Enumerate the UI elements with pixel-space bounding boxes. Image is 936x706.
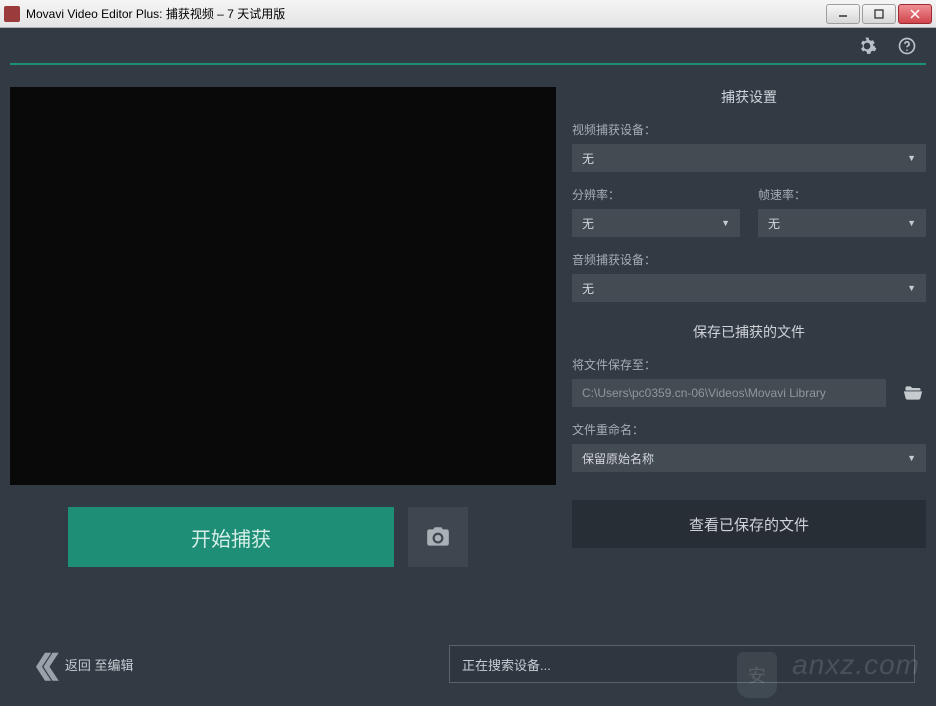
audio-device-label: 音频捕获设备： bbox=[572, 251, 926, 268]
video-preview bbox=[10, 87, 556, 485]
window-title: Movavi Video Editor Plus: 捕获视频 – 7 天试用版 bbox=[26, 5, 826, 22]
chevron-down-icon: ▼ bbox=[907, 283, 916, 293]
status-bar: 正在搜索设备... bbox=[449, 645, 915, 683]
back-to-editor-button[interactable]: ❮❮ 返回 至编辑 bbox=[32, 633, 198, 695]
chevron-down-icon: ▼ bbox=[907, 153, 916, 163]
browse-folder-button[interactable] bbox=[900, 379, 926, 407]
rename-label: 文件重命名： bbox=[572, 421, 926, 438]
save-path-field[interactable]: C:\Users\pc0359.cn-06\Videos\Movavi Libr… bbox=[572, 379, 886, 407]
app-icon bbox=[4, 6, 20, 22]
start-capture-button[interactable]: 开始捕获 bbox=[68, 507, 394, 567]
video-device-select[interactable]: 无 ▼ bbox=[572, 144, 926, 172]
folder-icon bbox=[903, 383, 923, 403]
right-pane: 捕获设置 视频捕获设备： 无 ▼ 分辨率： 无 ▼ 帧速率： 无 bbox=[572, 87, 926, 696]
app-topbar bbox=[10, 28, 926, 63]
snapshot-button[interactable] bbox=[408, 507, 468, 567]
chevron-left-double-icon: ❮❮ bbox=[32, 648, 47, 681]
audio-device-select[interactable]: 无 ▼ bbox=[572, 274, 926, 302]
audio-device-value: 无 bbox=[582, 280, 594, 297]
video-device-label: 视频捕获设备： bbox=[572, 121, 926, 138]
save-path-value: C:\Users\pc0359.cn-06\Videos\Movavi Libr… bbox=[582, 386, 826, 400]
capture-section-title: 捕获设置 bbox=[572, 87, 926, 107]
resolution-select[interactable]: 无 ▼ bbox=[572, 209, 740, 237]
video-device-value: 无 bbox=[582, 150, 594, 167]
fps-select[interactable]: 无 ▼ bbox=[758, 209, 926, 237]
camera-icon bbox=[425, 524, 451, 550]
minimize-button[interactable] bbox=[826, 4, 860, 24]
start-capture-label: 开始捕获 bbox=[191, 523, 271, 552]
back-label: 返回 至编辑 bbox=[65, 655, 134, 674]
chevron-down-icon: ▼ bbox=[907, 453, 916, 463]
app-body: 开始捕获 捕获设置 视频捕获设备： 无 ▼ 分辨率： 无 bbox=[0, 28, 936, 706]
chevron-down-icon: ▼ bbox=[907, 218, 916, 228]
fps-label: 帧速率： bbox=[758, 186, 926, 203]
resolution-value: 无 bbox=[582, 215, 594, 232]
help-icon[interactable] bbox=[896, 35, 918, 57]
maximize-button[interactable] bbox=[862, 4, 896, 24]
save-to-label: 将文件保存至： bbox=[572, 356, 926, 373]
status-text: 正在搜索设备... bbox=[462, 655, 551, 674]
resolution-label: 分辨率： bbox=[572, 186, 740, 203]
gear-icon[interactable] bbox=[856, 35, 878, 57]
close-button[interactable] bbox=[898, 4, 932, 24]
chevron-down-icon: ▼ bbox=[721, 218, 730, 228]
rename-select[interactable]: 保留原始名称 ▼ bbox=[572, 444, 926, 472]
left-pane: 开始捕获 bbox=[10, 87, 556, 696]
view-saved-label: 查看已保存的文件 bbox=[689, 514, 809, 535]
titlebar: Movavi Video Editor Plus: 捕获视频 – 7 天试用版 bbox=[0, 0, 936, 28]
view-saved-button[interactable]: 查看已保存的文件 bbox=[572, 500, 926, 548]
save-section-title: 保存已捕获的文件 bbox=[572, 322, 926, 342]
rename-value: 保留原始名称 bbox=[582, 450, 654, 467]
fps-value: 无 bbox=[768, 215, 780, 232]
